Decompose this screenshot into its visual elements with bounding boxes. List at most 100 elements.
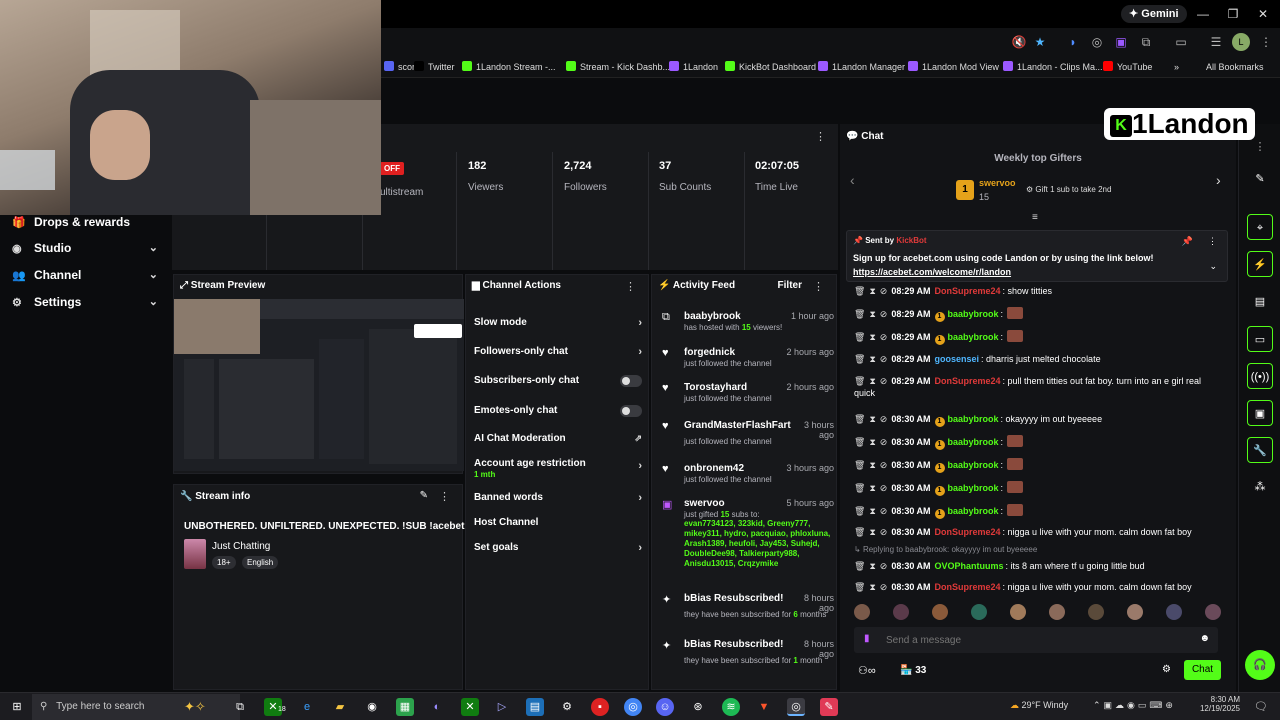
ban-icon[interactable]: ⊘: [880, 354, 888, 364]
lightning-icon[interactable]: ⚡: [1247, 251, 1273, 277]
notifications-icon[interactable]: 🗨: [1252, 698, 1270, 716]
pinned-link[interactable]: https://acebet.com/welcome/r/landon: [853, 267, 1011, 277]
share-icon[interactable]: ⁂: [1247, 474, 1273, 500]
bookmark-item[interactable]: YouTube: [1103, 58, 1152, 76]
chevron-right-icon[interactable]: ›: [1216, 172, 1221, 188]
bookmark-item[interactable]: 1Landon Mod View: [908, 58, 999, 76]
bookmark-item[interactable]: 1Landon - Clips Ma...: [1003, 58, 1103, 76]
ban-icon[interactable]: ⊘: [880, 309, 888, 319]
chat-message[interactable]: 🗑 ⧗ ⊘ 08:30 AM 1 baabybrook:: [854, 458, 1230, 473]
settings-icon[interactable]: ⚙: [1162, 664, 1171, 675]
delete-icon[interactable]: 🗑: [854, 527, 865, 537]
category-name[interactable]: Just Chatting: [212, 541, 270, 552]
clock[interactable]: 8:30 AM 12/19/2025: [1198, 695, 1240, 713]
folder-icon[interactable]: ▰: [331, 698, 349, 716]
emote-icon[interactable]: [971, 604, 987, 620]
pin-icon[interactable]: 📌: [1182, 236, 1193, 247]
emoji-icon[interactable]: ☻: [1199, 633, 1210, 644]
ban-icon[interactable]: ⊘: [880, 483, 888, 493]
maximize-icon[interactable]: ❐: [1218, 4, 1248, 24]
wrench-icon[interactable]: 🔧: [1247, 437, 1273, 463]
toggle-switch[interactable]: [620, 405, 642, 417]
delete-icon[interactable]: 🗑: [854, 332, 865, 342]
chat-bubble-icon[interactable]: ▭: [1247, 326, 1273, 352]
ban-icon[interactable]: ⊘: [880, 527, 888, 537]
edge-icon[interactable]: e: [298, 698, 316, 716]
puzzle-icon[interactable]: ⧉: [1137, 33, 1155, 51]
kebab-menu-icon[interactable]: ⋮: [1257, 33, 1275, 51]
chat-message[interactable]: 🗑 ⧗ ⊘ 08:30 AM 1 baabybrook:: [854, 504, 1230, 519]
message-username[interactable]: DonSupreme24: [935, 582, 1001, 592]
chat-message[interactable]: 🗑 ⧗ ⊘ 08:29 AM DonSupreme24: pull them titti…: [854, 375, 1230, 399]
message-username[interactable]: baabybrook: [948, 460, 999, 470]
emote-icon[interactable]: [1205, 604, 1221, 620]
app-red-icon[interactable]: ▪: [591, 698, 609, 716]
stream-preview-video[interactable]: [174, 299, 464, 471]
action-emotes-only[interactable]: Emotes-only chat: [474, 405, 642, 417]
bookmark-item[interactable]: All Bookmarks: [1206, 58, 1264, 76]
timeout-icon[interactable]: ⧗: [869, 506, 875, 516]
chat-message[interactable]: 🗑 ⧗ ⊘ 08:29 AM 1 baabybrook:: [854, 307, 1230, 322]
calculator-icon[interactable]: ▤: [526, 698, 544, 716]
steam-icon[interactable]: ⊛: [689, 698, 707, 716]
message-username[interactable]: baabybrook: [948, 332, 999, 342]
delete-icon[interactable]: 🗑: [854, 582, 865, 592]
emote-icon[interactable]: [1049, 604, 1065, 620]
document-icon[interactable]: ▤: [1247, 289, 1273, 315]
twitch-icon[interactable]: ▣: [1112, 33, 1130, 51]
taskbar-search[interactable]: ⚲ Type here to search: [32, 694, 240, 720]
delete-icon[interactable]: 🗑: [854, 376, 865, 386]
kebab-menu-icon[interactable]: ⋮: [815, 130, 826, 143]
chrome-icon[interactable]: ◎: [624, 698, 642, 716]
emote-icon[interactable]: [1088, 604, 1104, 620]
store-icon[interactable]: ▦: [396, 698, 414, 716]
delete-icon[interactable]: 🗑: [854, 506, 865, 516]
xbox-app-icon[interactable]: ✕: [461, 698, 479, 716]
delete-icon[interactable]: 🗑: [854, 561, 865, 571]
delete-icon[interactable]: 🗑: [854, 414, 865, 424]
community-icon[interactable]: ⚇∞: [858, 664, 876, 677]
toggle-switch[interactable]: [620, 375, 642, 387]
obs-icon[interactable]: ◉: [363, 698, 381, 716]
timeout-icon[interactable]: ⧗: [869, 460, 875, 470]
timeout-icon[interactable]: ⧗: [869, 332, 875, 342]
edit-icon[interactable]: ✎: [420, 490, 428, 501]
kebab-menu-icon[interactable]: ⋮: [625, 280, 636, 293]
ban-icon[interactable]: ⊘: [880, 286, 888, 296]
delete-icon[interactable]: 🗑: [854, 309, 865, 319]
ban-icon[interactable]: ⊘: [880, 376, 888, 386]
kebab-menu-icon[interactable]: ⋮: [813, 280, 824, 293]
emote-icon[interactable]: [1127, 604, 1143, 620]
tag[interactable]: 18+: [212, 556, 236, 569]
timeout-icon[interactable]: ⧗: [869, 286, 875, 296]
message-username[interactable]: goosensei: [935, 354, 980, 364]
message-username[interactable]: baabybrook: [948, 506, 999, 516]
bookmark-item[interactable]: »: [1174, 58, 1179, 76]
system-tray-icons[interactable]: ⌃▣☁◉▭⌨⊕: [1093, 700, 1176, 711]
brave-icon[interactable]: ▼: [755, 698, 773, 716]
chat-message[interactable]: 🗑 ⧗ ⊘ 08:29 AM DonSupreme24: show titties: [854, 285, 1230, 297]
action-subscribers-only[interactable]: Subscribers-only chat: [474, 375, 642, 387]
emote-icon[interactable]: [932, 604, 948, 620]
media-icon[interactable]: ▷: [493, 698, 511, 716]
support-icon[interactable]: 🎧: [1245, 650, 1275, 680]
gemini-button[interactable]: ✦ Gemini: [1121, 5, 1187, 23]
copilot-sparkle-icon[interactable]: ✦✧: [184, 698, 206, 716]
chrome-active-icon[interactable]: ◎: [787, 698, 805, 716]
emote-icon[interactable]: [854, 604, 870, 620]
message-username[interactable]: baabybrook: [948, 414, 999, 424]
chat-message[interactable]: ↳ Replying to baabybrook: okayyyy im out…: [854, 544, 1230, 572]
message-username[interactable]: DonSupreme24: [935, 527, 1001, 537]
target-icon[interactable]: ⌖: [1247, 214, 1273, 240]
ban-icon[interactable]: ⊘: [880, 561, 888, 571]
windows-start-icon[interactable]: ⊞: [8, 698, 26, 716]
top-gifter-name[interactable]: swervoo: [979, 178, 1016, 188]
chat-message[interactable]: 🗑 ⧗ ⊘ 08:30 AM 1 baabybrook: okayyyy im out b…: [854, 413, 1230, 427]
close-icon[interactable]: ✕: [1248, 4, 1278, 24]
task-view-icon[interactable]: ⧉: [231, 698, 249, 716]
chat-message[interactable]: 🗑 ⧗ ⊘ 08:30 AM DonSupreme24: nigga u live wi…: [854, 526, 1230, 538]
timeout-icon[interactable]: ⧗: [869, 483, 875, 493]
star-icon[interactable]: ★: [1031, 33, 1049, 51]
kebab-menu-icon[interactable]: ⋮: [1208, 236, 1217, 247]
ban-icon[interactable]: ⊘: [880, 460, 888, 470]
